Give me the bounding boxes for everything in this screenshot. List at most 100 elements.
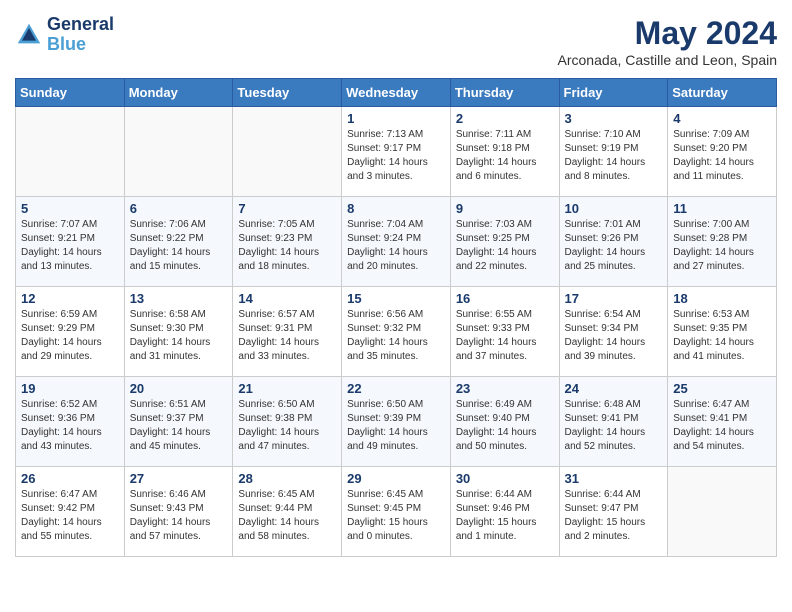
calendar-cell: 20 Sunrise: 6:51 AMSunset: 9:37 PMDayligh…: [124, 377, 233, 467]
day-info: Sunrise: 6:47 AMSunset: 9:41 PMDaylight:…: [673, 398, 771, 454]
calendar-cell: 1Sunrise: 7:13 AMSunset: 9:17 PMDaylight…: [342, 107, 451, 197]
calendar-week-2: 5Sunrise: 7:07 AMSunset: 9:21 PMDaylight…: [16, 197, 777, 287]
day-info: Sunrise: 7:13 AMSunset: 9:17 PMDaylight:…: [347, 128, 445, 184]
calendar-cell: 17 Sunrise: 6:54 AMSunset: 9:34 PMDayligh…: [559, 287, 668, 377]
day-info: Sunrise: 6:53 AMSunset: 9:35 PMDaylight:…: [673, 308, 771, 364]
day-number: 5: [21, 201, 119, 216]
weekday-tuesday: Tuesday: [233, 79, 342, 107]
day-number: 18: [673, 291, 771, 306]
day-number: 31: [565, 471, 663, 486]
day-info: Sunrise: 7:09 AMSunset: 9:20 PMDaylight:…: [673, 128, 771, 184]
day-number: 23: [456, 381, 554, 396]
weekday-saturday: Saturday: [668, 79, 777, 107]
calendar-cell: 26 Sunrise: 6:47 AMSunset: 9:42 PMDayligh…: [16, 467, 125, 557]
day-number: 20: [130, 381, 228, 396]
day-number: 29: [347, 471, 445, 486]
calendar-cell: [233, 107, 342, 197]
calendar-cell: 2 Sunrise: 7:11 AMSunset: 9:18 PMDaylight…: [450, 107, 559, 197]
calendar-cell: 12Sunrise: 6:59 AMSunset: 9:29 PMDayligh…: [16, 287, 125, 377]
calendar-cell: 7 Sunrise: 7:05 AMSunset: 9:23 PMDaylight…: [233, 197, 342, 287]
day-info: Sunrise: 6:44 AMSunset: 9:46 PMDaylight:…: [456, 488, 554, 544]
day-number: 21: [238, 381, 336, 396]
day-number: 11: [673, 201, 771, 216]
day-number: 30: [456, 471, 554, 486]
day-info: Sunrise: 7:04 AMSunset: 9:24 PMDaylight:…: [347, 218, 445, 274]
day-info: Sunrise: 6:54 AMSunset: 9:34 PMDaylight:…: [565, 308, 663, 364]
day-info: Sunrise: 6:51 AMSunset: 9:37 PMDaylight:…: [130, 398, 228, 454]
day-info: Sunrise: 7:01 AMSunset: 9:26 PMDaylight:…: [565, 218, 663, 274]
day-number: 17: [565, 291, 663, 306]
calendar-table: SundayMondayTuesdayWednesdayThursdayFrid…: [15, 78, 777, 557]
calendar-week-3: 12Sunrise: 6:59 AMSunset: 9:29 PMDayligh…: [16, 287, 777, 377]
calendar-cell: 5Sunrise: 7:07 AMSunset: 9:21 PMDaylight…: [16, 197, 125, 287]
weekday-sunday: Sunday: [16, 79, 125, 107]
calendar-cell: 6 Sunrise: 7:06 AMSunset: 9:22 PMDaylight…: [124, 197, 233, 287]
subtitle: Arconada, Castille and Leon, Spain: [558, 52, 777, 68]
day-info: Sunrise: 6:45 AMSunset: 9:45 PMDaylight:…: [347, 488, 445, 544]
weekday-thursday: Thursday: [450, 79, 559, 107]
day-number: 6: [130, 201, 228, 216]
day-info: Sunrise: 7:03 AMSunset: 9:25 PMDaylight:…: [456, 218, 554, 274]
day-info: Sunrise: 7:11 AMSunset: 9:18 PMDaylight:…: [456, 128, 554, 184]
calendar-cell: 29 Sunrise: 6:45 AMSunset: 9:45 PMDayligh…: [342, 467, 451, 557]
calendar-cell: 4 Sunrise: 7:09 AMSunset: 9:20 PMDaylight…: [668, 107, 777, 197]
day-info: Sunrise: 7:06 AMSunset: 9:22 PMDaylight:…: [130, 218, 228, 274]
day-number: 13: [130, 291, 228, 306]
calendar-cell: 24 Sunrise: 6:48 AMSunset: 9:41 PMDayligh…: [559, 377, 668, 467]
day-info: Sunrise: 6:50 AMSunset: 9:39 PMDaylight:…: [347, 398, 445, 454]
calendar-cell: 10 Sunrise: 7:01 AMSunset: 9:26 PMDayligh…: [559, 197, 668, 287]
main-title: May 2024: [558, 15, 777, 52]
logo-icon: [15, 21, 43, 49]
calendar-cell: [16, 107, 125, 197]
day-number: 25: [673, 381, 771, 396]
day-info: Sunrise: 6:45 AMSunset: 9:44 PMDaylight:…: [238, 488, 336, 544]
day-info: Sunrise: 6:59 AMSunset: 9:29 PMDaylight:…: [21, 308, 119, 364]
day-info: Sunrise: 6:44 AMSunset: 9:47 PMDaylight:…: [565, 488, 663, 544]
calendar-cell: 18 Sunrise: 6:53 AMSunset: 9:35 PMDayligh…: [668, 287, 777, 377]
calendar-cell: 15 Sunrise: 6:56 AMSunset: 9:32 PMDayligh…: [342, 287, 451, 377]
calendar-cell: 23Sunrise: 6:49 AMSunset: 9:40 PMDayligh…: [450, 377, 559, 467]
calendar-week-5: 26 Sunrise: 6:47 AMSunset: 9:42 PMDayligh…: [16, 467, 777, 557]
calendar-cell: 21Sunrise: 6:50 AMSunset: 9:38 PMDayligh…: [233, 377, 342, 467]
logo: GeneralBlue: [15, 15, 114, 55]
calendar-cell: 13 Sunrise: 6:58 AMSunset: 9:30 PMDayligh…: [124, 287, 233, 377]
calendar-cell: 8 Sunrise: 7:04 AMSunset: 9:24 PMDaylight…: [342, 197, 451, 287]
day-number: 7: [238, 201, 336, 216]
page-header: GeneralBlue May 2024 Arconada, Castille …: [15, 15, 777, 68]
day-number: 8: [347, 201, 445, 216]
calendar-body: 1Sunrise: 7:13 AMSunset: 9:17 PMDaylight…: [16, 107, 777, 557]
day-number: 2: [456, 111, 554, 126]
title-block: May 2024 Arconada, Castille and Leon, Sp…: [558, 15, 777, 68]
day-info: Sunrise: 7:00 AMSunset: 9:28 PMDaylight:…: [673, 218, 771, 274]
weekday-wednesday: Wednesday: [342, 79, 451, 107]
calendar-cell: 9Sunrise: 7:03 AMSunset: 9:25 PMDaylight…: [450, 197, 559, 287]
calendar-cell: 28Sunrise: 6:45 AMSunset: 9:44 PMDayligh…: [233, 467, 342, 557]
calendar-cell: 11 Sunrise: 7:00 AMSunset: 9:28 PMDayligh…: [668, 197, 777, 287]
weekday-header-row: SundayMondayTuesdayWednesdayThursdayFrid…: [16, 79, 777, 107]
day-info: Sunrise: 7:05 AMSunset: 9:23 PMDaylight:…: [238, 218, 336, 274]
calendar-cell: 27Sunrise: 6:46 AMSunset: 9:43 PMDayligh…: [124, 467, 233, 557]
calendar-cell: [668, 467, 777, 557]
calendar-cell: [124, 107, 233, 197]
day-number: 19: [21, 381, 119, 396]
calendar-week-1: 1Sunrise: 7:13 AMSunset: 9:17 PMDaylight…: [16, 107, 777, 197]
calendar-cell: 3Sunrise: 7:10 AMSunset: 9:19 PMDaylight…: [559, 107, 668, 197]
calendar-cell: 16Sunrise: 6:55 AMSunset: 9:33 PMDayligh…: [450, 287, 559, 377]
calendar-cell: 14Sunrise: 6:57 AMSunset: 9:31 PMDayligh…: [233, 287, 342, 377]
day-number: 14: [238, 291, 336, 306]
day-number: 15: [347, 291, 445, 306]
day-number: 4: [673, 111, 771, 126]
day-info: Sunrise: 7:10 AMSunset: 9:19 PMDaylight:…: [565, 128, 663, 184]
day-info: Sunrise: 6:56 AMSunset: 9:32 PMDaylight:…: [347, 308, 445, 364]
calendar-week-4: 19 Sunrise: 6:52 AMSunset: 9:36 PMDayligh…: [16, 377, 777, 467]
day-number: 24: [565, 381, 663, 396]
day-info: Sunrise: 6:46 AMSunset: 9:43 PMDaylight:…: [130, 488, 228, 544]
day-info: Sunrise: 6:58 AMSunset: 9:30 PMDaylight:…: [130, 308, 228, 364]
day-info: Sunrise: 6:52 AMSunset: 9:36 PMDaylight:…: [21, 398, 119, 454]
day-number: 26: [21, 471, 119, 486]
day-info: Sunrise: 6:48 AMSunset: 9:41 PMDaylight:…: [565, 398, 663, 454]
day-number: 16: [456, 291, 554, 306]
day-info: Sunrise: 6:47 AMSunset: 9:42 PMDaylight:…: [21, 488, 119, 544]
weekday-friday: Friday: [559, 79, 668, 107]
day-number: 10: [565, 201, 663, 216]
